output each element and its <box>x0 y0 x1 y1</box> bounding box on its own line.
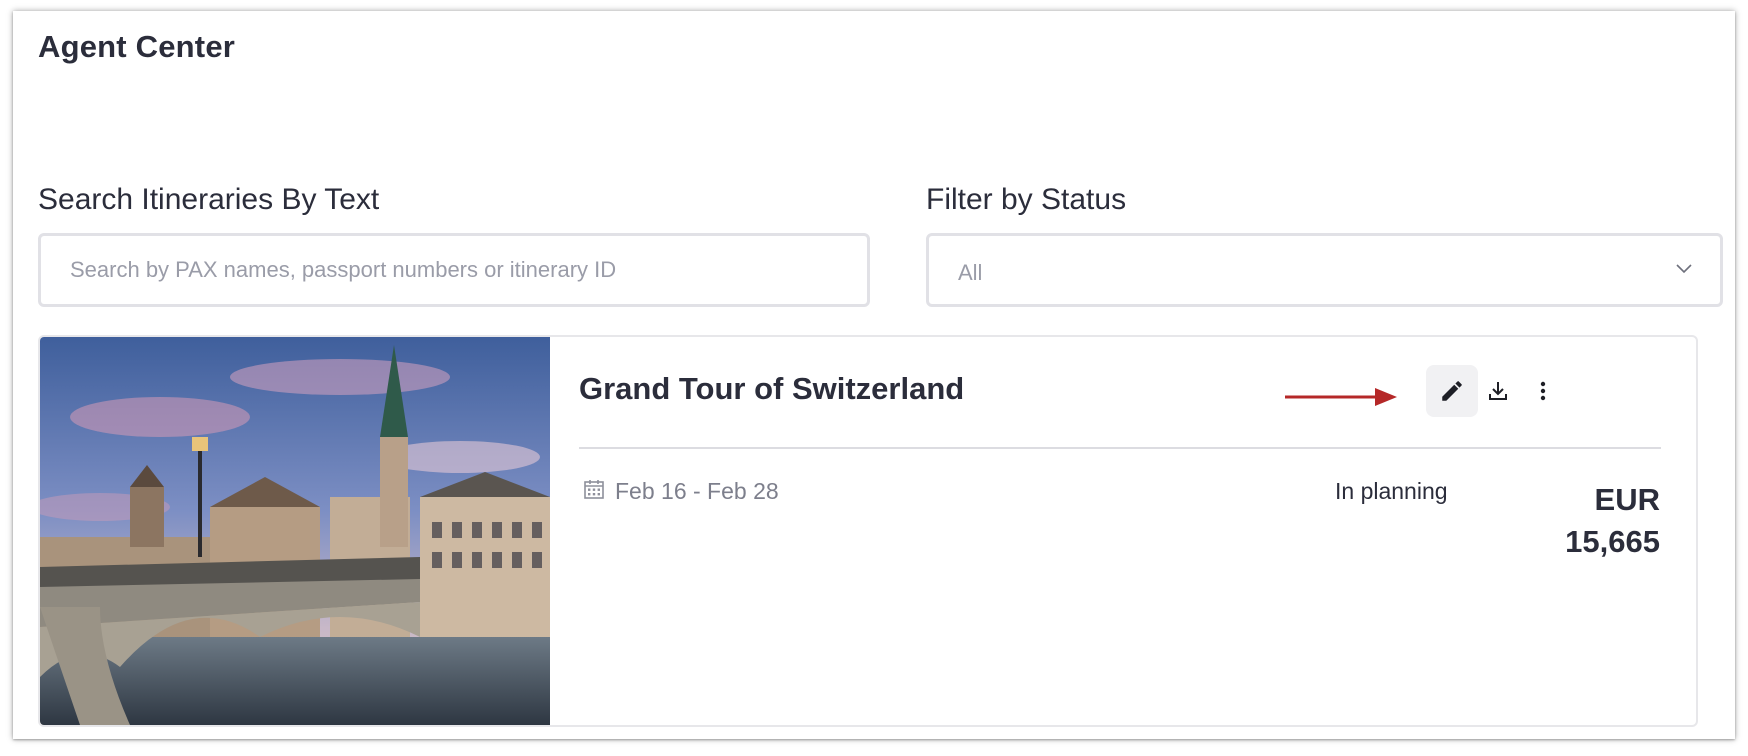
filter-label: Filter by Status <box>926 183 1127 216</box>
download-icon <box>1489 382 1507 400</box>
edit-itinerary-button[interactable] <box>1426 365 1478 417</box>
itinerary-card[interactable]: Grand Tour of Switzerland Feb 16 - Feb 2… <box>38 335 1698 727</box>
chevron-down-icon <box>1676 264 1692 274</box>
page-title: Agent Center <box>38 29 236 64</box>
price-amount: 15,665 <box>1565 524 1660 559</box>
itinerary-title: Grand Tour of Switzerland <box>579 371 965 406</box>
pencil-icon <box>1442 381 1462 401</box>
itinerary-price: EUR 15,665 <box>1565 479 1660 563</box>
search-input[interactable] <box>41 236 867 304</box>
itinerary-photo <box>40 337 550 725</box>
status-filter-value: All <box>958 260 983 285</box>
calendar-icon <box>584 480 604 499</box>
status-badge: In planning <box>1335 478 1448 504</box>
price-currency: EUR <box>1594 482 1660 517</box>
status-filter-select[interactable]: All <box>926 233 1723 307</box>
card-divider <box>579 447 1661 449</box>
annotation-arrow <box>1285 388 1397 406</box>
search-label: Search Itineraries By Text <box>38 183 380 216</box>
agent-center-panel: Agent Center Search Itineraries By Text … <box>13 11 1735 739</box>
more-vertical-icon <box>1540 381 1546 401</box>
search-field[interactable] <box>38 233 870 307</box>
more-options-button[interactable] <box>1517 365 1569 417</box>
itinerary-dates: Feb 16 - Feb 28 <box>615 478 779 504</box>
